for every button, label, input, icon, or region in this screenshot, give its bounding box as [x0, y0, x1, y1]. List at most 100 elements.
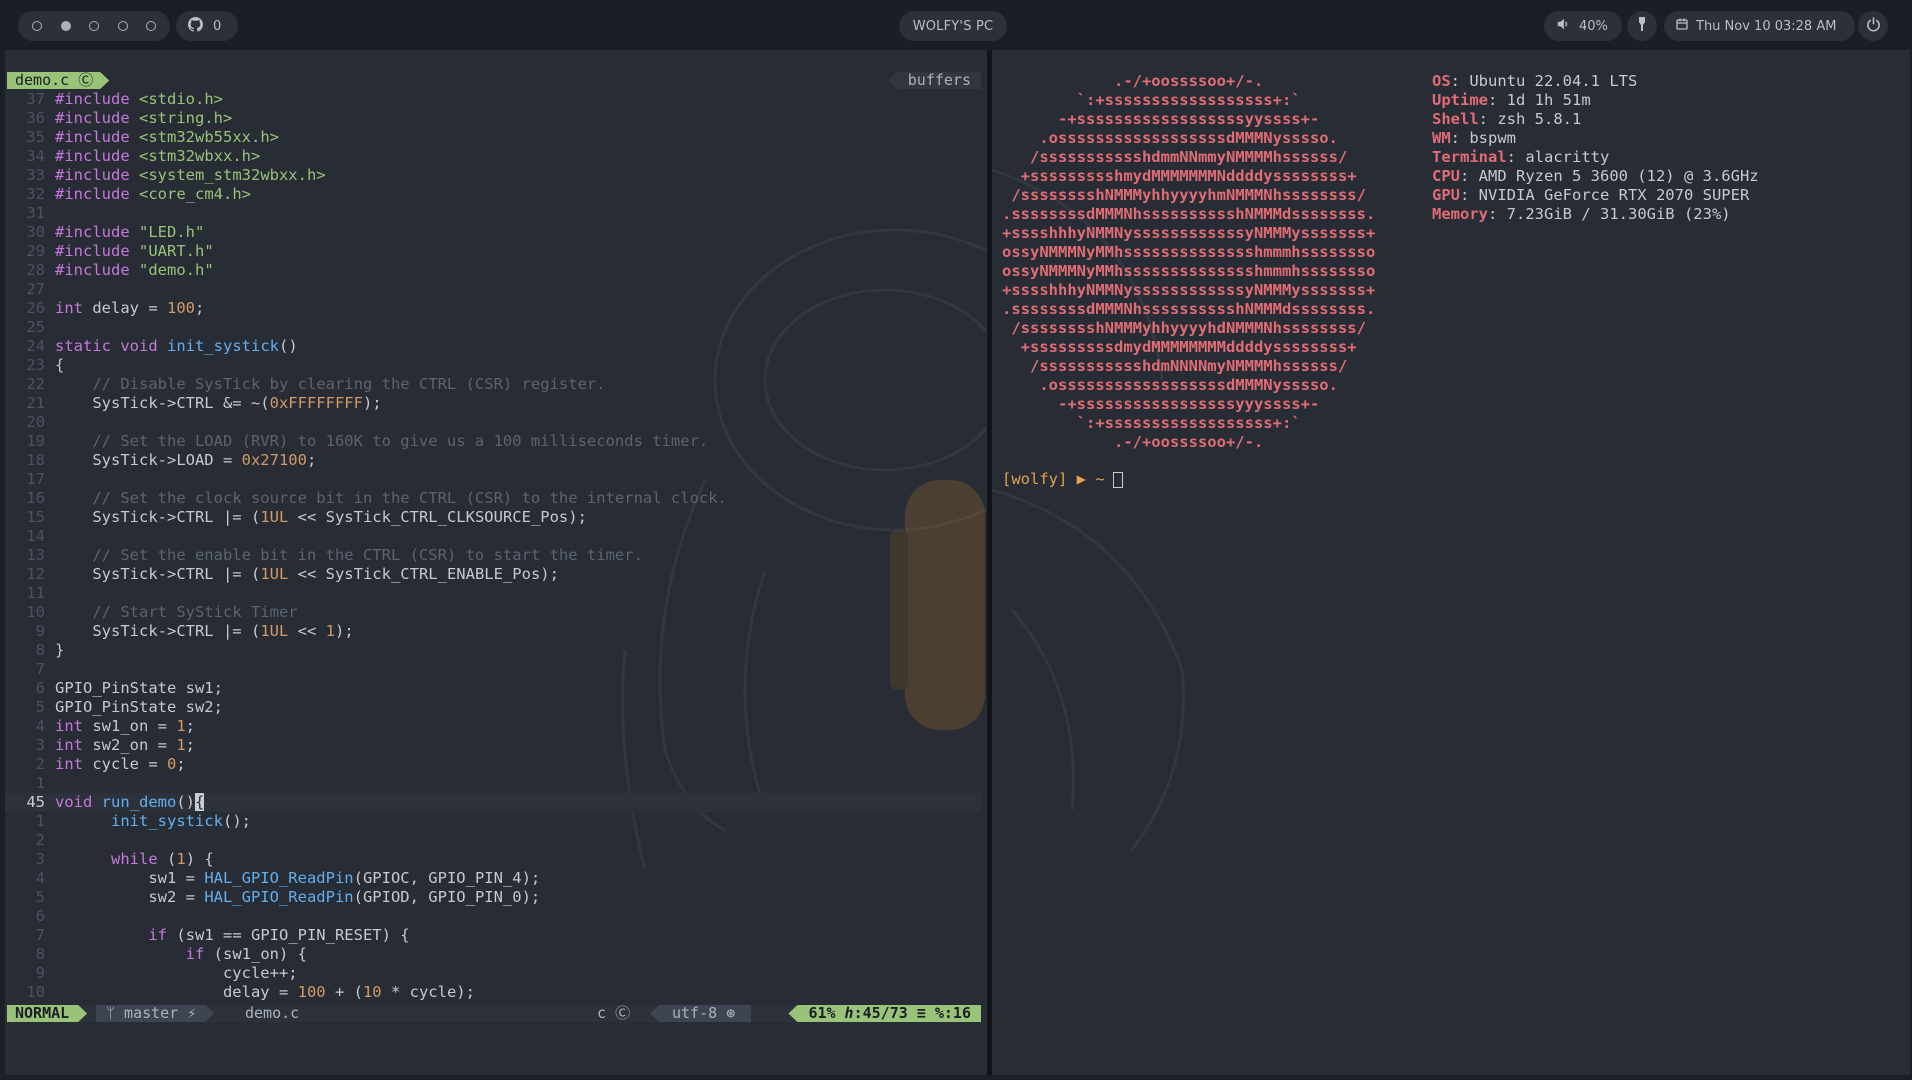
- code-token: <stdio.h>: [139, 90, 223, 108]
- line-number: 17: [26, 470, 45, 488]
- code-line[interactable]: 15 SysTick->CTRL |= (1UL << SysTick_CTRL…: [5, 508, 981, 527]
- date-time[interactable]: Thu Nov 10 03:28 AM: [1664, 11, 1855, 41]
- code-line[interactable]: 1: [5, 774, 981, 793]
- ascii-line: .-/+oossssoo+/-.: [1002, 433, 1264, 451]
- code-line[interactable]: 10 // Start SyStick Timer: [5, 603, 981, 622]
- encoding-icon: ⊛: [726, 1004, 736, 1022]
- info-row-uptime: Uptime: 1d 1h 51m: [1432, 91, 1591, 109]
- status-position: 61% ℎ:45/73 ≡ %:16: [788, 1005, 981, 1022]
- info-row-terminal: Terminal: alacritty: [1432, 148, 1610, 166]
- brightness-button[interactable]: [1627, 11, 1657, 41]
- code-token: init_systick: [167, 337, 279, 355]
- code-line[interactable]: 4 int sw1_on = 1;: [5, 717, 981, 736]
- code-line[interactable]: 7: [5, 660, 981, 679]
- code-line-current[interactable]: 45 void run_demo(){: [5, 793, 981, 812]
- workspace-3[interactable]: [89, 21, 99, 31]
- volume-control[interactable]: 40%: [1544, 11, 1622, 41]
- code-line[interactable]: 8}: [5, 641, 981, 660]
- code-line[interactable]: 26 int delay = 100;: [5, 299, 981, 318]
- code-line[interactable]: 1 init_systick();: [5, 812, 981, 831]
- code-line[interactable]: 6 GPIO_PinState sw1;: [5, 679, 981, 698]
- line-number: 36: [26, 109, 45, 127]
- code-line[interactable]: 22 // Disable SysTick by clearing the CT…: [5, 375, 981, 394]
- code-line[interactable]: 3 while (1) {: [5, 850, 981, 869]
- workspace-5[interactable]: [146, 21, 156, 31]
- code-token: (: [157, 850, 177, 868]
- line-number: 20: [26, 413, 45, 431]
- line-number: 28: [26, 261, 45, 279]
- code-line[interactable]: 33 #include <system_stm32wbxx.h>: [5, 166, 981, 185]
- code-token: sw2_on =: [83, 736, 177, 754]
- code-token: #include: [55, 223, 130, 241]
- code-area[interactable]: 37 #include <stdio.h> 36 #include <string.h…: [5, 90, 981, 1002]
- code-line[interactable]: 34 #include <stm32wbxx.h>: [5, 147, 981, 166]
- code-line[interactable]: 16 // Set the clock source bit in the CT…: [5, 489, 981, 508]
- code-line[interactable]: 24 static void init_systick(): [5, 337, 981, 356]
- code-token: (): [176, 793, 195, 811]
- code-token: (): [279, 337, 298, 355]
- code-line[interactable]: 35 #include <stm32wb55xx.h>: [5, 128, 981, 147]
- code-line[interactable]: 28 #include "demo.h": [5, 261, 981, 280]
- code-token: init_systick: [111, 812, 223, 830]
- code-line[interactable]: 29 #include "UART.h": [5, 242, 981, 261]
- volume-level: 40%: [1579, 18, 1608, 34]
- code-line[interactable]: 4 sw1 = HAL_GPIO_ReadPin(GPIOC, GPIO_PIN…: [5, 869, 981, 888]
- ascii-line: .ssssssssdMMMNhsssssssssshNMMMdssssssss.: [1002, 300, 1376, 318]
- top-bar: 0 WOLFY'S PC 40% Thu Nov 10 03:28 AM: [0, 0, 1912, 50]
- code-token: << SysTick_CTRL_CLKSOURCE_Pos);: [288, 508, 587, 526]
- code-line[interactable]: 30 #include "LED.h": [5, 223, 981, 242]
- code-line[interactable]: 23 {: [5, 356, 981, 375]
- code-line[interactable]: 10 delay = 100 + (10 * cycle);: [5, 983, 981, 1002]
- code-line[interactable]: 37 #include <stdio.h>: [5, 90, 981, 109]
- code-line[interactable]: 5 sw2 = HAL_GPIO_ReadPin(GPIOD, GPIO_PIN…: [5, 888, 981, 907]
- terminal-window[interactable]: .-/+oossssoo+/-. `:+ssssssssssssssssss+:…: [992, 50, 1910, 1075]
- code-line[interactable]: 17: [5, 470, 981, 489]
- code-line[interactable]: 36 #include <string.h>: [5, 109, 981, 128]
- workspace-4[interactable]: [117, 21, 128, 31]
- lamp-icon: [1636, 17, 1648, 35]
- code-line[interactable]: 12 SysTick->CTRL |= (1UL << SysTick_CTRL…: [5, 565, 981, 584]
- code-line[interactable]: 18 SysTick->LOAD = 0x27100;: [5, 451, 981, 470]
- code-token: int: [55, 717, 83, 735]
- code-line[interactable]: 14: [5, 527, 981, 546]
- code-line[interactable]: 13 // Set the enable bit in the CTRL (CS…: [5, 546, 981, 565]
- info-value: AMD Ryzen 5 3600 (12) @ 3.6GHz: [1478, 167, 1759, 185]
- code-line[interactable]: 19 // Set the LOAD (RVR) to 160K to give…: [5, 432, 981, 451]
- code-line[interactable]: 31: [5, 204, 981, 223]
- code-token: + (: [325, 983, 363, 1001]
- code-line[interactable]: 8 if (sw1_on) {: [5, 945, 981, 964]
- code-line[interactable]: 2 int cycle = 0;: [5, 755, 981, 774]
- code-token: static: [55, 337, 111, 355]
- code-line[interactable]: 32 #include <core_cm4.h>: [5, 185, 981, 204]
- code-line[interactable]: 9 SysTick->CTRL |= (1UL << 1);: [5, 622, 981, 641]
- workspace-2[interactable]: [60, 21, 71, 31]
- code-line[interactable]: 3 int sw2_on = 1;: [5, 736, 981, 755]
- workspace-1[interactable]: [32, 21, 42, 31]
- github-notifications[interactable]: 0: [176, 11, 238, 41]
- tab-demo-c[interactable]: demo.c Ⓒ: [7, 72, 109, 89]
- buffer-tabline: demo.c Ⓒ buffers: [5, 72, 981, 89]
- window-title: WOLFY'S PC: [899, 11, 1007, 41]
- code-line[interactable]: 20: [5, 413, 981, 432]
- code-token: GPIO_PinState sw1;: [55, 679, 223, 697]
- line-number: 9: [35, 964, 45, 982]
- code-line[interactable]: 27: [5, 280, 981, 299]
- line-number: 1: [35, 812, 45, 830]
- code-line[interactable]: 6: [5, 907, 981, 926]
- code-line[interactable]: 5 GPIO_PinState sw2;: [5, 698, 981, 717]
- editor-window[interactable]: demo.c Ⓒ buffers 37 #include <stdio.h> 36 #…: [5, 50, 987, 1075]
- shell-prompt[interactable]: [wolfy] ▶ ~: [1002, 470, 1123, 489]
- code-token: ) {: [185, 850, 214, 868]
- code-line[interactable]: 25: [5, 318, 981, 337]
- code-line[interactable]: 2: [5, 831, 981, 850]
- power-button[interactable]: [1858, 11, 1888, 41]
- code-line[interactable]: 9 cycle++;: [5, 964, 981, 983]
- neofetch-logo: .-/+oossssoo+/-. `:+ssssssssssssssssss+:…: [1002, 72, 1375, 452]
- code-line[interactable]: 21 SysTick->CTRL &= ~(0xFFFFFFFF);: [5, 394, 981, 413]
- code-line[interactable]: 11: [5, 584, 981, 603]
- code-line[interactable]: 7 if (sw1 == GPIO_PIN_RESET) {: [5, 926, 981, 945]
